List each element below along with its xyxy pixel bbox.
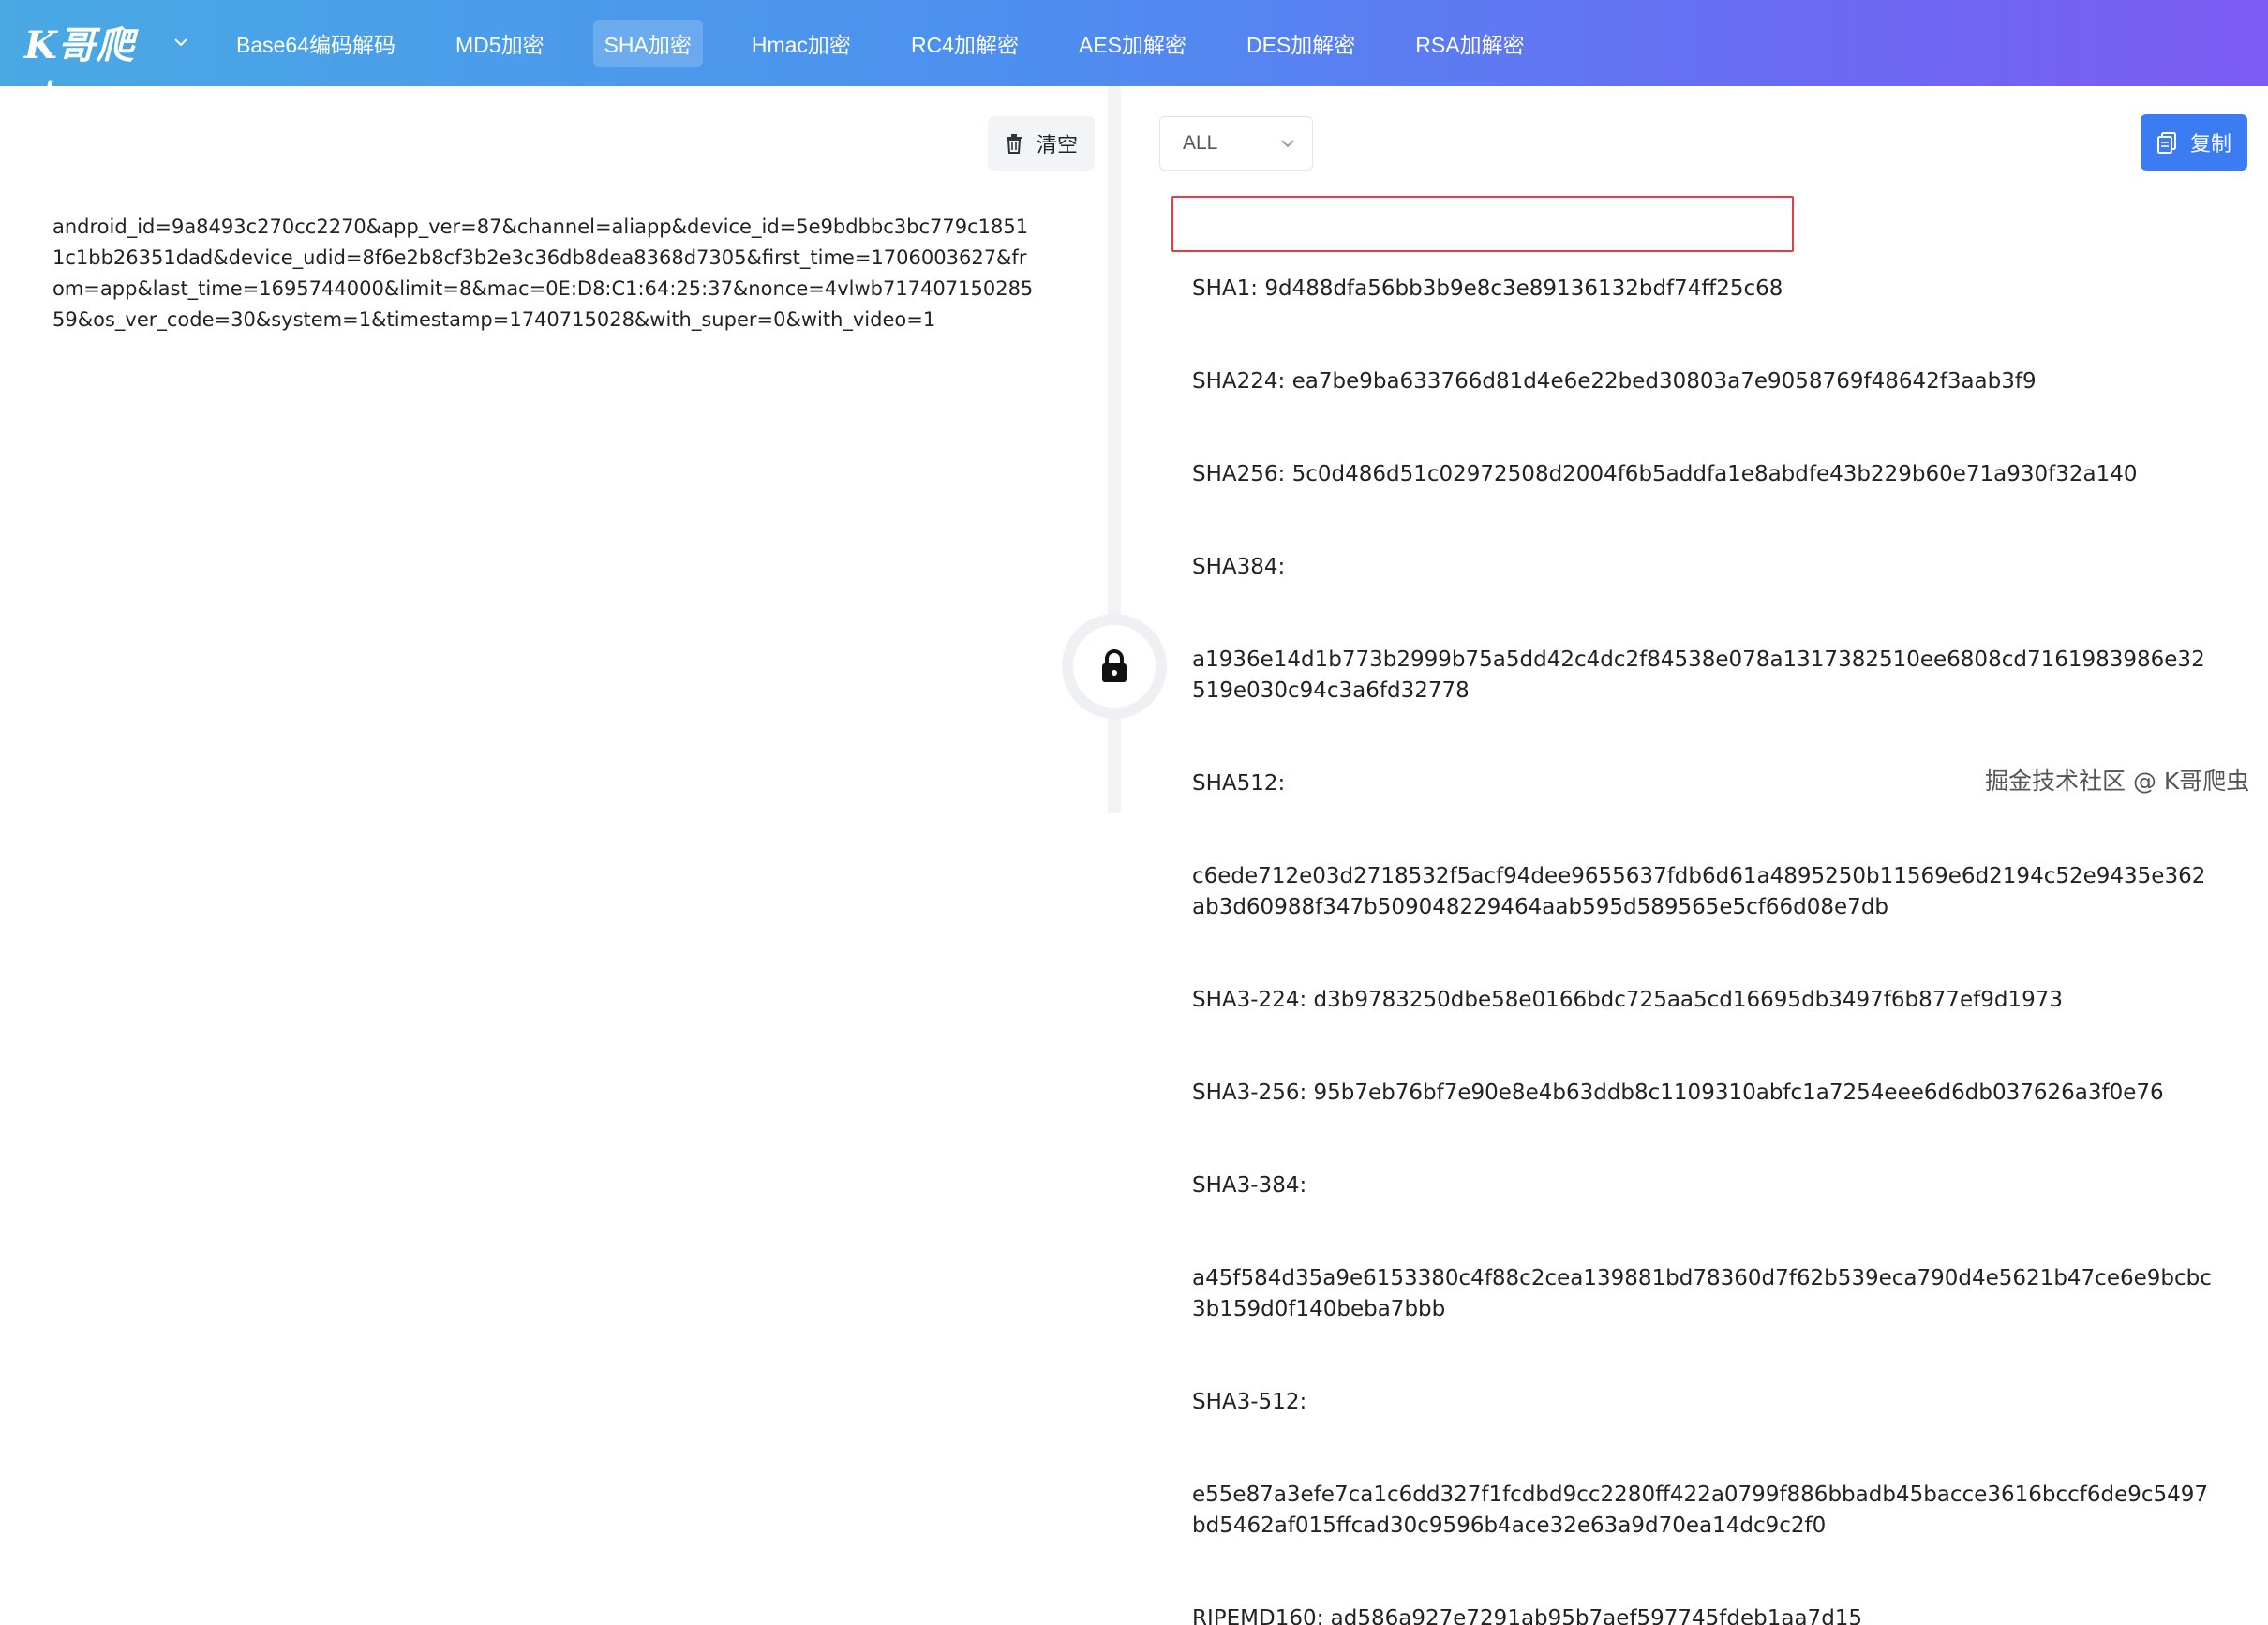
output-line-sha3-224: SHA3-224: d3b9783250dbe58e0166bdc725aa5c… — [1192, 988, 2064, 1012]
output-line-sha224: SHA224: ea7be9ba633766d81d4e6e22bed30803… — [1192, 369, 2037, 394]
hash-output: SHA1: 9d488dfa56bb3b9e8c3e89136132bdf74f… — [1192, 212, 2214, 1625]
nav-des[interactable]: DES加解密 — [1235, 20, 1366, 67]
copy-button-label: 复制 — [2189, 132, 2231, 156]
lock-icon — [1102, 649, 1127, 682]
nav-hmac[interactable]: Hmac加密 — [740, 20, 862, 67]
output-line-sha3-512-value: e55e87a3efe7ca1c6dd327f1fcdbd9cc2280ff42… — [1192, 1483, 2209, 1538]
nav-sha[interactable]: SHA加密 — [592, 20, 703, 67]
nav-rsa[interactable]: RSA加解密 — [1404, 20, 1535, 67]
output-line-sha3-384-value: a45f584d35a9e6153380c4f88c2cea139881bd78… — [1192, 1266, 2212, 1321]
nav-rc4[interactable]: RC4加解密 — [900, 20, 1030, 67]
output-line-sha3-512-label: SHA3-512: — [1192, 1390, 1307, 1414]
watermark: 掘金技术社区 @ K哥爬虫 — [1985, 768, 2250, 795]
top-nav-bar: K哥爬虫 Base64编码解码 MD5加密 SHA加密 Hmac加密 RC4加解… — [0, 0, 2268, 122]
clear-button-label: 清空 — [1036, 133, 1078, 157]
chevron-down-icon — [1281, 140, 1294, 148]
algorithm-select-value: ALL — [1183, 132, 1218, 154]
output-line-sha256: SHA256: 5c0d486d51c02972508d2004f6b5addf… — [1192, 462, 2138, 486]
input-panel — [0, 86, 1108, 812]
main-nav: Base64编码解码 MD5加密 SHA加密 Hmac加密 RC4加解密 AES… — [225, 0, 1574, 86]
chevron-down-icon[interactable] — [172, 34, 189, 51]
output-line-sha512-value: c6ede712e03d2718532f5acf94dee9655637fdb6… — [1192, 864, 2206, 919]
output-line-sha3-384-label: SHA3-384: — [1192, 1173, 1307, 1198]
copy-button[interactable]: 复制 — [2141, 114, 2247, 171]
output-line-ripemd160: RIPEMD160: ad586a927e7291ab95b7aef597745… — [1192, 1606, 1863, 1625]
copy-icon — [2156, 132, 2176, 154]
encrypt-toggle[interactable] — [1062, 614, 1167, 719]
algorithm-select[interactable]: ALL — [1159, 116, 1313, 171]
output-line-sha1: SHA1: 9d488dfa56bb3b9e8c3e89136132bdf74f… — [1192, 276, 1783, 301]
nav-aes[interactable]: AES加解密 — [1067, 20, 1198, 67]
output-line-sha384-label: SHA384: — [1192, 555, 1286, 579]
trash-icon — [1006, 134, 1022, 154]
nav-base64[interactable]: Base64编码解码 — [225, 20, 407, 67]
nav-md5[interactable]: MD5加密 — [444, 20, 556, 67]
clear-button[interactable]: 清空 — [988, 116, 1095, 171]
input-textarea[interactable]: android_id=9a8493c270cc2270&app_ver=87&c… — [52, 212, 1037, 335]
output-line-sha3-256: SHA3-256: 95b7eb76bf7e90e8e4b63ddb8c1109… — [1192, 1081, 2164, 1105]
output-line-sha384-value: a1936e14d1b773b2999b75a5dd42c4dc2f84538e… — [1192, 648, 2205, 703]
logo[interactable]: K哥爬虫 — [17, 11, 157, 122]
lock-button-inner — [1073, 625, 1156, 708]
